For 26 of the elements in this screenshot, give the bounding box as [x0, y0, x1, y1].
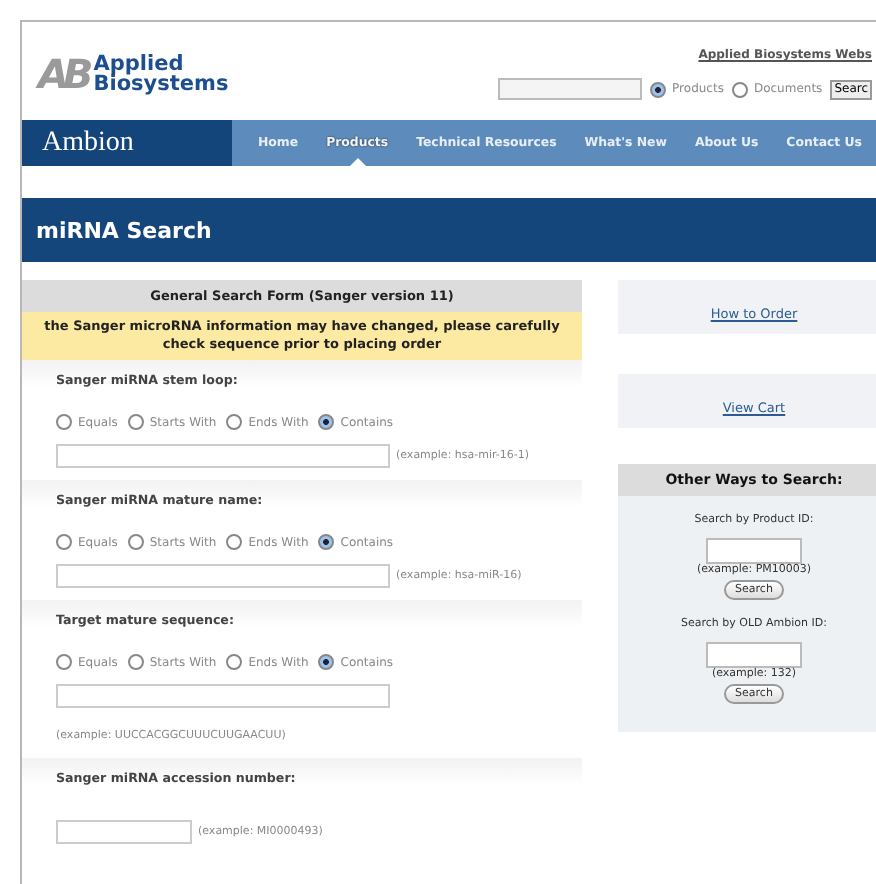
input-field[interactable]: [56, 564, 390, 588]
logo-text: Applied: [93, 54, 184, 74]
radio-button[interactable]: [127, 534, 144, 550]
input-field[interactable]: [706, 538, 802, 564]
logo-text: Biosystems: [93, 74, 229, 94]
radio-button[interactable]: [650, 81, 667, 97]
radio-button[interactable]: [56, 654, 72, 670]
input-field[interactable]: [56, 684, 390, 708]
radio-button[interactable]: [226, 534, 243, 550]
input-field[interactable]: [56, 444, 390, 468]
input-field[interactable]: [56, 820, 192, 844]
radio-button[interactable]: [127, 654, 144, 670]
search-field[interactable]: [498, 78, 643, 100]
radio-button[interactable]: [56, 534, 72, 550]
radio-button[interactable]: [318, 654, 335, 670]
radio-button[interactable]: [226, 654, 243, 670]
input-field[interactable]: [706, 642, 802, 668]
radio-button[interactable]: [731, 81, 748, 97]
page-title: miRNA Search: [36, 217, 212, 243]
radio-button[interactable]: [318, 414, 335, 430]
radio-button[interactable]: [318, 534, 335, 550]
radio-button[interactable]: [226, 414, 243, 430]
brand-name: Ambion: [22, 120, 232, 166]
radio-button[interactable]: [127, 414, 144, 430]
radio-button[interactable]: [56, 414, 72, 430]
logo-mark: AB: [38, 50, 88, 98]
